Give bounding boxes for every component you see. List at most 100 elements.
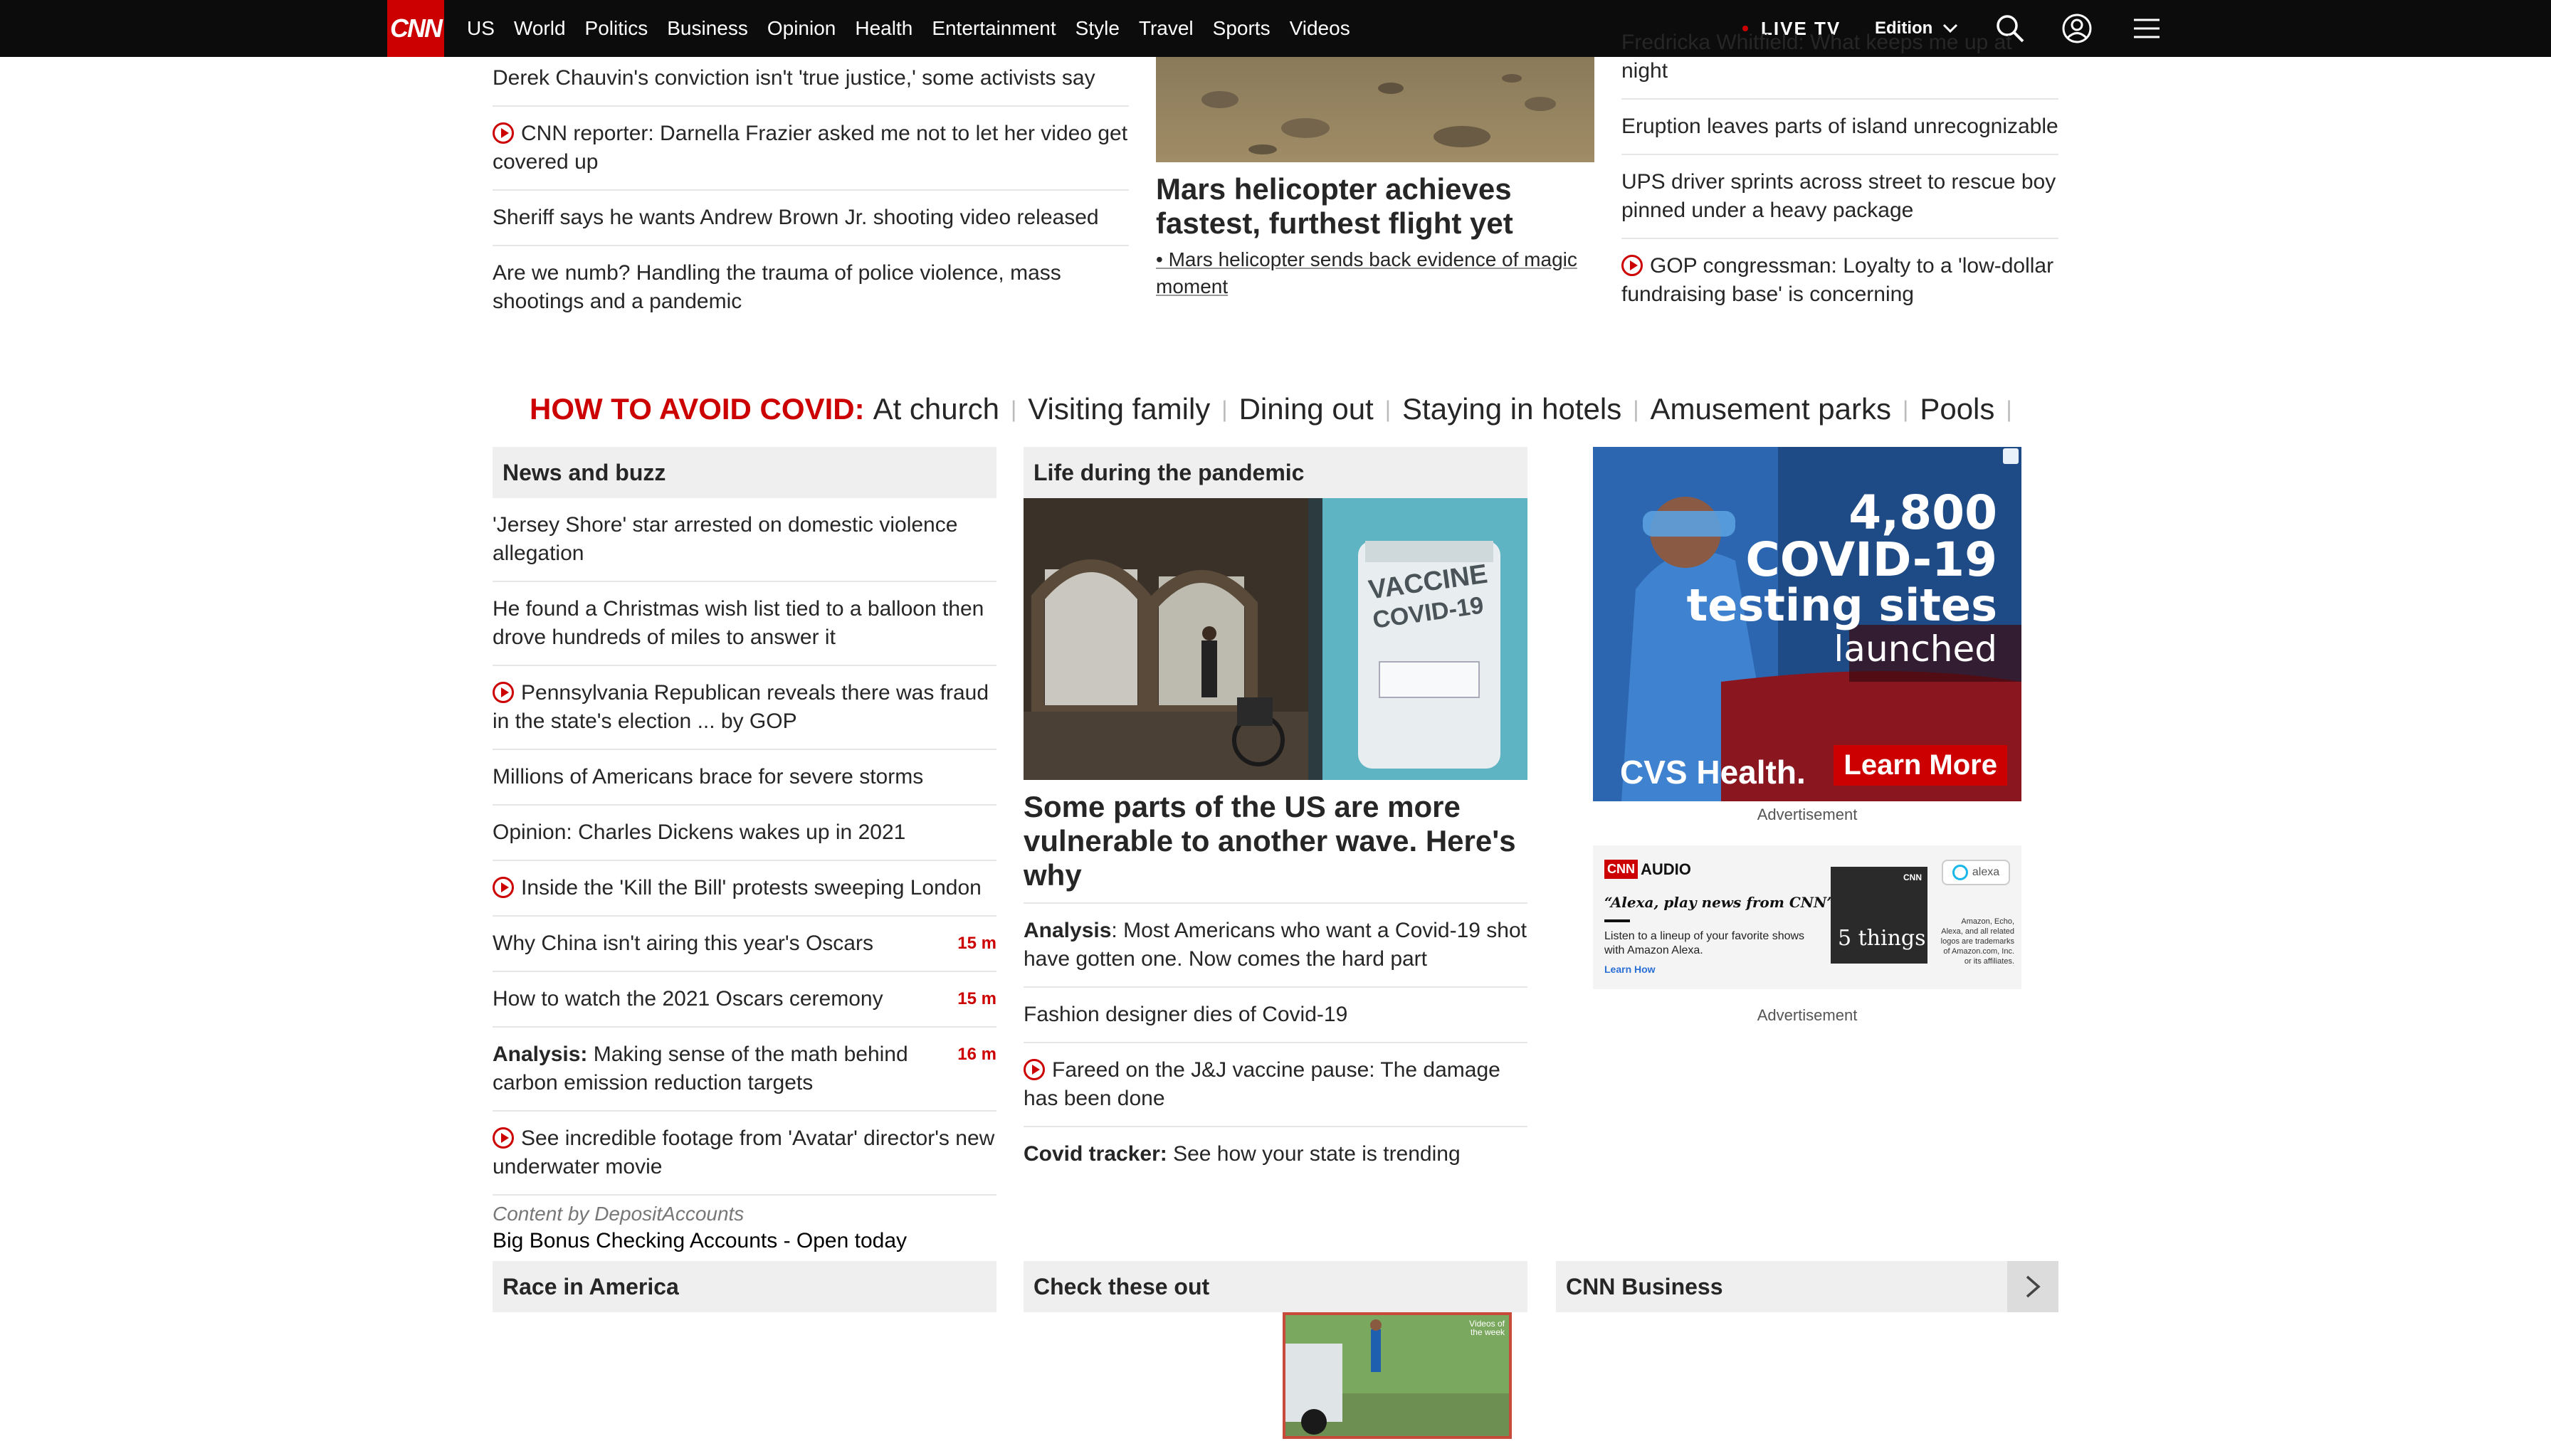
alexa-icon: [1952, 865, 1968, 880]
race-in-america-section: Race in America: [493, 1261, 996, 1312]
five-things-tile: CNN 5 things: [1831, 867, 1927, 964]
list-item[interactable]: Fareed on the J&J vaccine pause: The dam…: [1024, 1043, 1527, 1127]
sponsored-content[interactable]: Content by DepositAccounts Big Bonus Che…: [493, 1196, 996, 1255]
section-header[interactable]: Check these out: [1024, 1261, 1527, 1312]
cvs-health-logo: CVS Health.: [1620, 754, 1806, 791]
divider: [1604, 919, 1630, 922]
audio-quote: “Alexa, play news from CNN”: [1604, 894, 1835, 911]
vaccine-clinic-image[interactable]: VACCINE COVID-19: [1024, 498, 1527, 780]
covid-link-church[interactable]: At church: [873, 392, 999, 426]
covid-link-family[interactable]: Visiting family: [1028, 392, 1210, 426]
list-item[interactable]: Fredricka Whitfield: What keeps me up at…: [1621, 28, 2058, 100]
divider: |: [1903, 396, 1909, 422]
divider: |: [1221, 396, 1228, 422]
nav-link-world[interactable]: World: [514, 17, 566, 40]
list-item[interactable]: 'Jersey Shore' star arrested on domestic…: [493, 498, 996, 582]
list-item[interactable]: GOP congressman: Loyalty to a 'low-dolla…: [1621, 239, 2058, 322]
list-item[interactable]: Eruption leaves parts of island unrecogn…: [1621, 100, 2058, 155]
list-item[interactable]: He found a Christmas wish list tied to a…: [493, 582, 996, 666]
nav-link-politics[interactable]: Politics: [585, 17, 648, 40]
user-account-icon[interactable]: [2061, 13, 2093, 44]
audio-ad-banner[interactable]: CNN AUDIO “Alexa, play news from CNN” Li…: [1593, 845, 2021, 989]
top-left-list: Derek Chauvin's conviction isn't 'true j…: [493, 57, 1129, 329]
list-item[interactable]: Analysis: Most Americans who want a Covi…: [1024, 904, 1527, 988]
learn-more-button[interactable]: Learn More: [1834, 745, 2007, 786]
video-play-icon: [1621, 255, 1643, 276]
carousel-next-button[interactable]: [2007, 1261, 2058, 1312]
list-item[interactable]: Derek Chauvin's conviction isn't 'true j…: [493, 57, 1129, 107]
video-thumbnail[interactable]: Videos of the week: [1283, 1312, 1512, 1439]
section-header[interactable]: CNN Business: [1556, 1261, 2058, 1312]
cvs-ad-copy: 4,800 COVID-19 testing sites launched: [1686, 485, 1997, 670]
video-play-icon: [493, 1127, 514, 1149]
list-item[interactable]: Covid tracker: See how your state is tre…: [1024, 1127, 1527, 1181]
nav-link-health[interactable]: Health: [855, 17, 912, 40]
timestamp: 15 m: [957, 989, 996, 1008]
cnn-audio-logo: CNN AUDIO: [1604, 860, 1691, 879]
nav-link-travel[interactable]: Travel: [1139, 17, 1194, 40]
nav-link-entertainment[interactable]: Entertainment: [932, 17, 1056, 40]
nav-link-business[interactable]: Business: [667, 17, 748, 40]
list-item[interactable]: Sheriff says he wants Andrew Brown Jr. s…: [493, 191, 1129, 246]
nav-link-sports[interactable]: Sports: [1213, 17, 1271, 40]
sponsor-link[interactable]: Big Bonus Checking Accounts - Open today: [493, 1227, 996, 1255]
video-play-icon: [493, 877, 514, 898]
ad-label: Advertisement: [1757, 1006, 1858, 1024]
cnn-audio-advertisement[interactable]: CNN AUDIO “Alexa, play news from CNN” Li…: [1593, 845, 2021, 1025]
list-item[interactable]: Fashion designer dies of Covid-19: [1024, 988, 1527, 1043]
list-item[interactable]: See incredible footage from 'Avatar' dir…: [493, 1112, 996, 1196]
section-header[interactable]: Race in America: [493, 1261, 996, 1312]
mars-surface-image[interactable]: [1156, 57, 1594, 162]
alexa-badge: alexa: [1942, 860, 2010, 885]
list-item[interactable]: Millions of Americans brace for severe s…: [493, 750, 996, 806]
top-center-story: Mars helicopter achieves fastest, furthe…: [1156, 57, 1594, 300]
divider: |: [1384, 396, 1392, 422]
mars-sub-link[interactable]: • Mars helicopter sends back evidence of…: [1156, 246, 1594, 300]
section-header[interactable]: News and buzz: [493, 447, 996, 498]
menu-hamburger-icon[interactable]: [2131, 13, 2162, 44]
list-item[interactable]: CNN reporter: Darnella Frazier asked me …: [493, 107, 1129, 191]
list-item[interactable]: UPS driver sprints across street to resc…: [1621, 155, 2058, 239]
nav-link-us[interactable]: US: [467, 17, 495, 40]
pandemic-section: Life during the pandemic VACCINE COVID-1…: [1024, 447, 1527, 1181]
covid-link-dining[interactable]: Dining out: [1239, 392, 1374, 426]
covid-link-hotels[interactable]: Staying in hotels: [1402, 392, 1621, 426]
sponsor-label: Content by DepositAccounts: [493, 1203, 745, 1225]
section-nav: US World Politics Business Opinion Healt…: [467, 0, 1369, 57]
chevron-right-icon: [2026, 1275, 2041, 1298]
nav-link-videos[interactable]: Videos: [1290, 17, 1350, 40]
audio-legal-text: Amazon, Echo, Alexa, and all related log…: [1940, 917, 2014, 966]
section-header[interactable]: Life during the pandemic: [1024, 447, 1527, 498]
list-item[interactable]: Are we numb? Handling the trauma of poli…: [493, 246, 1129, 329]
ad-choices-icon[interactable]: [2003, 448, 2019, 464]
video-play-icon: [493, 682, 514, 703]
learn-how-link[interactable]: Learn How: [1604, 964, 1656, 975]
section-header-label: CNN Business: [1566, 1273, 1723, 1299]
nav-link-style[interactable]: Style: [1075, 17, 1120, 40]
video-play-icon: [493, 122, 514, 144]
list-item[interactable]: 15 m How to watch the 2021 Oscars ceremon…: [493, 972, 996, 1028]
list-item[interactable]: Opinion: Charles Dickens wakes up in 202…: [493, 806, 996, 861]
mars-headline[interactable]: Mars helicopter achieves fastest, furthe…: [1156, 172, 1594, 241]
list-item[interactable]: 16 m Analysis: Making sense of the math b…: [493, 1028, 996, 1112]
pandemic-headline[interactable]: Some parts of the US are more vulnerable…: [1024, 790, 1527, 904]
timestamp: 16 m: [957, 1045, 996, 1064]
cnn-logo[interactable]: CNN: [387, 0, 444, 57]
covid-bar-label: HOW TO AVOID COVID:: [530, 392, 865, 426]
cvs-ad-banner[interactable]: 4,800 COVID-19 testing sites launched CV…: [1593, 447, 2021, 801]
top-right-list: Fredricka Whitfield: What keeps me up at…: [1621, 31, 2058, 322]
covid-topics-bar: HOW TO AVOID COVID: At church | Visiting …: [530, 390, 2024, 428]
list-item[interactable]: Inside the 'Kill the Bill' protests swee…: [493, 861, 996, 917]
timestamp: 15 m: [957, 934, 996, 953]
list-item[interactable]: Pennsylvania Republican reveals there wa…: [493, 666, 996, 750]
nav-link-opinion[interactable]: Opinion: [767, 17, 836, 40]
list-item[interactable]: 15 m Why China isn't airing this year's O…: [493, 917, 996, 972]
covid-link-amusement[interactable]: Amusement parks: [1651, 392, 1891, 426]
check-these-out-section: Check these out Videos of the week: [1024, 1261, 1527, 1439]
divider: |: [2006, 396, 2012, 422]
divider: |: [1010, 396, 1017, 422]
divider: |: [1633, 396, 1639, 422]
cvs-advertisement[interactable]: 4,800 COVID-19 testing sites launched CV…: [1593, 447, 2021, 824]
covid-link-pools[interactable]: Pools: [1920, 392, 1994, 426]
ad-label: Advertisement: [1757, 806, 1858, 823]
